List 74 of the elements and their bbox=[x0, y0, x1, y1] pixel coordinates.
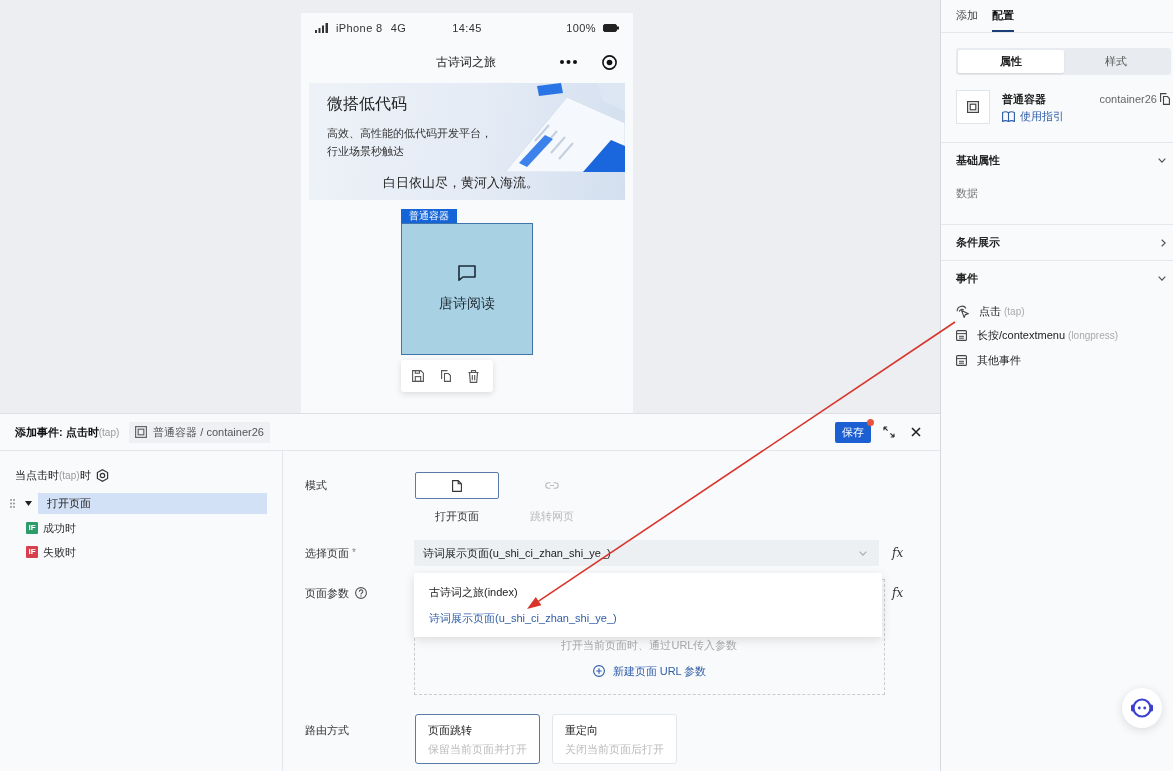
square-frame-icon bbox=[135, 426, 148, 438]
field-label: 数据 bbox=[955, 186, 979, 201]
caret-down-icon[interactable] bbox=[25, 501, 32, 506]
page-select[interactable]: 诗词展示页面(u_shi_ci_zhan_shi_ye_) bbox=[414, 540, 879, 566]
plus-circle-icon bbox=[592, 665, 605, 677]
banner-caption: 白日依山尽，黄河入海流。 bbox=[383, 174, 539, 192]
file-icon bbox=[452, 479, 462, 492]
field-label: 模式 bbox=[305, 478, 327, 493]
component-id: container26 bbox=[1099, 92, 1157, 106]
panel-tab[interactable]: 添加 bbox=[956, 0, 978, 32]
param-hint: 打开当前页面时、通过URL传入参数 bbox=[561, 638, 738, 653]
segment-tab[interactable]: 属性 bbox=[958, 50, 1064, 73]
drawer-title: 添加事件: 点击时(tap) bbox=[15, 424, 120, 440]
battery-percent: 100% bbox=[566, 21, 596, 34]
settings-icon[interactable] bbox=[95, 468, 109, 482]
breadcrumb-text: 普通容器 / container26 bbox=[153, 424, 264, 440]
section-header[interactable]: 条件展示 bbox=[941, 225, 1173, 260]
trigger-label: 当点击时(tap)时 bbox=[15, 467, 91, 483]
tree-item[interactable]: IF 失败时 bbox=[0, 540, 76, 564]
add-param-button[interactable]: 新建页面 URL 参数 bbox=[592, 663, 707, 679]
container-label: 唐诗阅读 bbox=[439, 294, 495, 313]
condition-badge: IF bbox=[26, 522, 38, 534]
segment-tab[interactable]: 样式 bbox=[1063, 50, 1169, 73]
tree-item[interactable]: 打开页面 bbox=[38, 493, 267, 514]
circle-dot-icon[interactable] bbox=[602, 54, 617, 70]
book-icon bbox=[1002, 110, 1015, 122]
condition-badge: IF bbox=[26, 546, 38, 558]
guide-link[interactable]: 使用指引 bbox=[1002, 109, 1064, 123]
chevron-down-icon bbox=[859, 550, 867, 556]
tap-gesture-icon bbox=[956, 304, 969, 318]
field-label: 选择页面 bbox=[305, 546, 349, 561]
close-icon[interactable] bbox=[911, 427, 921, 437]
page-title: 古诗词之旅 bbox=[436, 53, 496, 71]
field-label: 路由方式 bbox=[305, 723, 349, 738]
status-time: 14:45 bbox=[452, 21, 482, 34]
dropdown-option[interactable]: 诗词展示页面(u_shi_ci_zhan_shi_ye_) bbox=[414, 605, 882, 631]
section-header[interactable]: 事件 bbox=[941, 261, 1173, 296]
square-frame-icon bbox=[967, 101, 979, 113]
drag-handle-icon[interactable] bbox=[10, 499, 15, 508]
save-button[interactable]: 保存 bbox=[835, 421, 871, 443]
dropdown-option[interactable]: 古诗词之旅(index) bbox=[414, 579, 882, 605]
component-name: 普通容器 bbox=[1002, 92, 1046, 106]
event-item[interactable]: 长按/contextmenu (longpress) bbox=[941, 323, 1119, 348]
event-item[interactable]: 点击 (tap) bbox=[941, 299, 1025, 324]
battery-icon bbox=[603, 23, 619, 32]
formula-button[interactable]: fx bbox=[891, 579, 905, 607]
expand-icon[interactable] bbox=[883, 426, 895, 438]
copy-icon[interactable] bbox=[1160, 93, 1170, 105]
route-option[interactable]: 重定向 关闭当前页面后打开 bbox=[552, 714, 677, 764]
signal-icon bbox=[315, 22, 328, 33]
window-icon bbox=[956, 330, 967, 342]
network-type: 4G bbox=[390, 21, 407, 34]
container-tag: 普通容器 bbox=[401, 209, 457, 223]
trash-icon[interactable] bbox=[468, 369, 479, 383]
banner-text: 高效、高性能的低代码开发平台， bbox=[327, 126, 492, 141]
banner-title: 微搭低代码 bbox=[327, 94, 407, 114]
route-option[interactable]: 页面跳转 保留当前页面并打开 bbox=[415, 714, 540, 764]
carrier-name: iPhone 8 bbox=[336, 21, 383, 34]
more-icon[interactable] bbox=[560, 60, 577, 64]
speech-bubble-icon bbox=[458, 265, 476, 281]
tree-item[interactable]: IF 成功时 bbox=[0, 516, 76, 540]
field-label: 页面参数 bbox=[305, 586, 349, 601]
required-mark: * bbox=[352, 546, 356, 560]
help-icon[interactable] bbox=[355, 587, 367, 599]
panel-tab[interactable]: 配置 bbox=[992, 0, 1014, 32]
copy-icon[interactable] bbox=[441, 370, 451, 382]
banner-text: 行业场景秒触达 bbox=[327, 144, 404, 159]
assistant-button[interactable] bbox=[1122, 688, 1162, 728]
window-icon bbox=[956, 354, 967, 366]
link-icon bbox=[545, 482, 559, 489]
robot-icon bbox=[1131, 698, 1153, 718]
event-item[interactable]: 其他事件 bbox=[941, 348, 1021, 373]
formula-button[interactable]: fx bbox=[891, 540, 905, 566]
section-header[interactable]: 基础属性 bbox=[941, 143, 1173, 178]
